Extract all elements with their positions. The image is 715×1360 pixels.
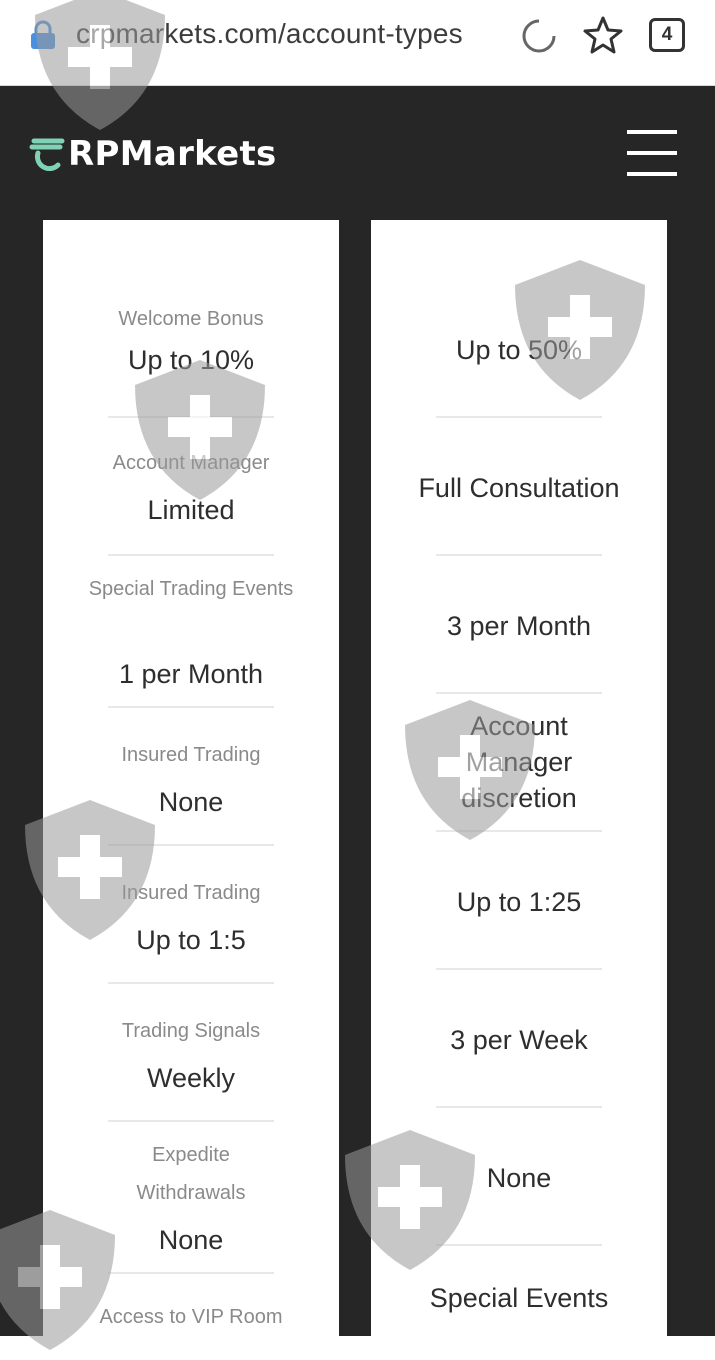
table-row: Special Events (430, 1246, 609, 1340)
logo-text: RPMarkets (68, 134, 277, 174)
table-row: Insured Trading Up to 1:5 (108, 846, 274, 984)
row-value: Up to 50% (455, 335, 583, 365)
logo-c-mark-icon (29, 138, 65, 171)
site-logo[interactable]: RPMarkets (28, 134, 277, 174)
row-value: Special Events (429, 1283, 609, 1313)
row-value: Weekly (146, 1063, 236, 1093)
table-row: Account Manager Limited (108, 418, 274, 556)
account-card-basic: Welcome Bonus Up to 10% Account Manager … (43, 220, 339, 1340)
row-value: Up to 10% (127, 345, 255, 375)
row-value: 3 per Month (446, 611, 592, 641)
row-value: 3 per Week (450, 1025, 588, 1055)
table-row: Special Trading Events 1 per Month (89, 556, 293, 708)
site-page: RPMarkets Welcome Bonus Up to 10% Accoun… (0, 86, 715, 1340)
row-value: Full Consultation (418, 473, 620, 503)
table-row: Welcome Bonus Up to 10% (108, 280, 274, 418)
tab-count-button[interactable]: 4 (649, 18, 685, 52)
row-label: Special Trading Events (88, 578, 294, 600)
table-row: Account Manager discretion (436, 694, 602, 832)
row-label: Access to VIP Room (99, 1306, 283, 1328)
row-value: 1 per Month (118, 659, 264, 689)
table-row: Expedite Withdrawals None (108, 1122, 274, 1274)
table-row: Full Consultation (418, 418, 620, 556)
row-value: Up to 1:25 (456, 887, 582, 917)
row-label: Insured Trading (121, 882, 261, 904)
row-value: Limited (147, 495, 235, 525)
row-label: Insured Trading (121, 744, 261, 766)
url-text[interactable]: crpmarkets.com/account-types (76, 18, 463, 50)
table-row: Up to 50% (436, 280, 602, 418)
account-card-premium: Up to 50% Full Consultation 3 per Month … (371, 220, 667, 1340)
row-label: Welcome Bonus (118, 308, 264, 330)
row-value: Account Manager discretion (461, 711, 577, 813)
browser-url-bar: crpmarkets.com/account-types 4 (0, 0, 715, 86)
table-row: 3 per Week (436, 970, 602, 1108)
table-row: Access to VIP Room (99, 1274, 282, 1340)
row-value: None (158, 787, 224, 817)
table-row: Up to 1:25 (436, 832, 602, 970)
lock-icon[interactable] (28, 20, 58, 50)
row-label: Expedite Withdrawals (136, 1144, 246, 1204)
row-value: None (486, 1163, 552, 1193)
table-row: Trading Signals Weekly (108, 984, 274, 1122)
hamburger-menu-icon[interactable] (627, 130, 679, 176)
table-row: Insured Trading None (108, 708, 274, 846)
table-row: None (436, 1108, 602, 1246)
bookmark-star-icon[interactable] (582, 15, 624, 57)
row-label: Trading Signals (121, 1020, 261, 1042)
table-row: 3 per Month (436, 556, 602, 694)
row-value: Up to 1:5 (136, 925, 246, 955)
row-label: Account Manager (112, 452, 270, 474)
row-value: None (158, 1225, 224, 1255)
reload-icon[interactable] (520, 17, 558, 55)
